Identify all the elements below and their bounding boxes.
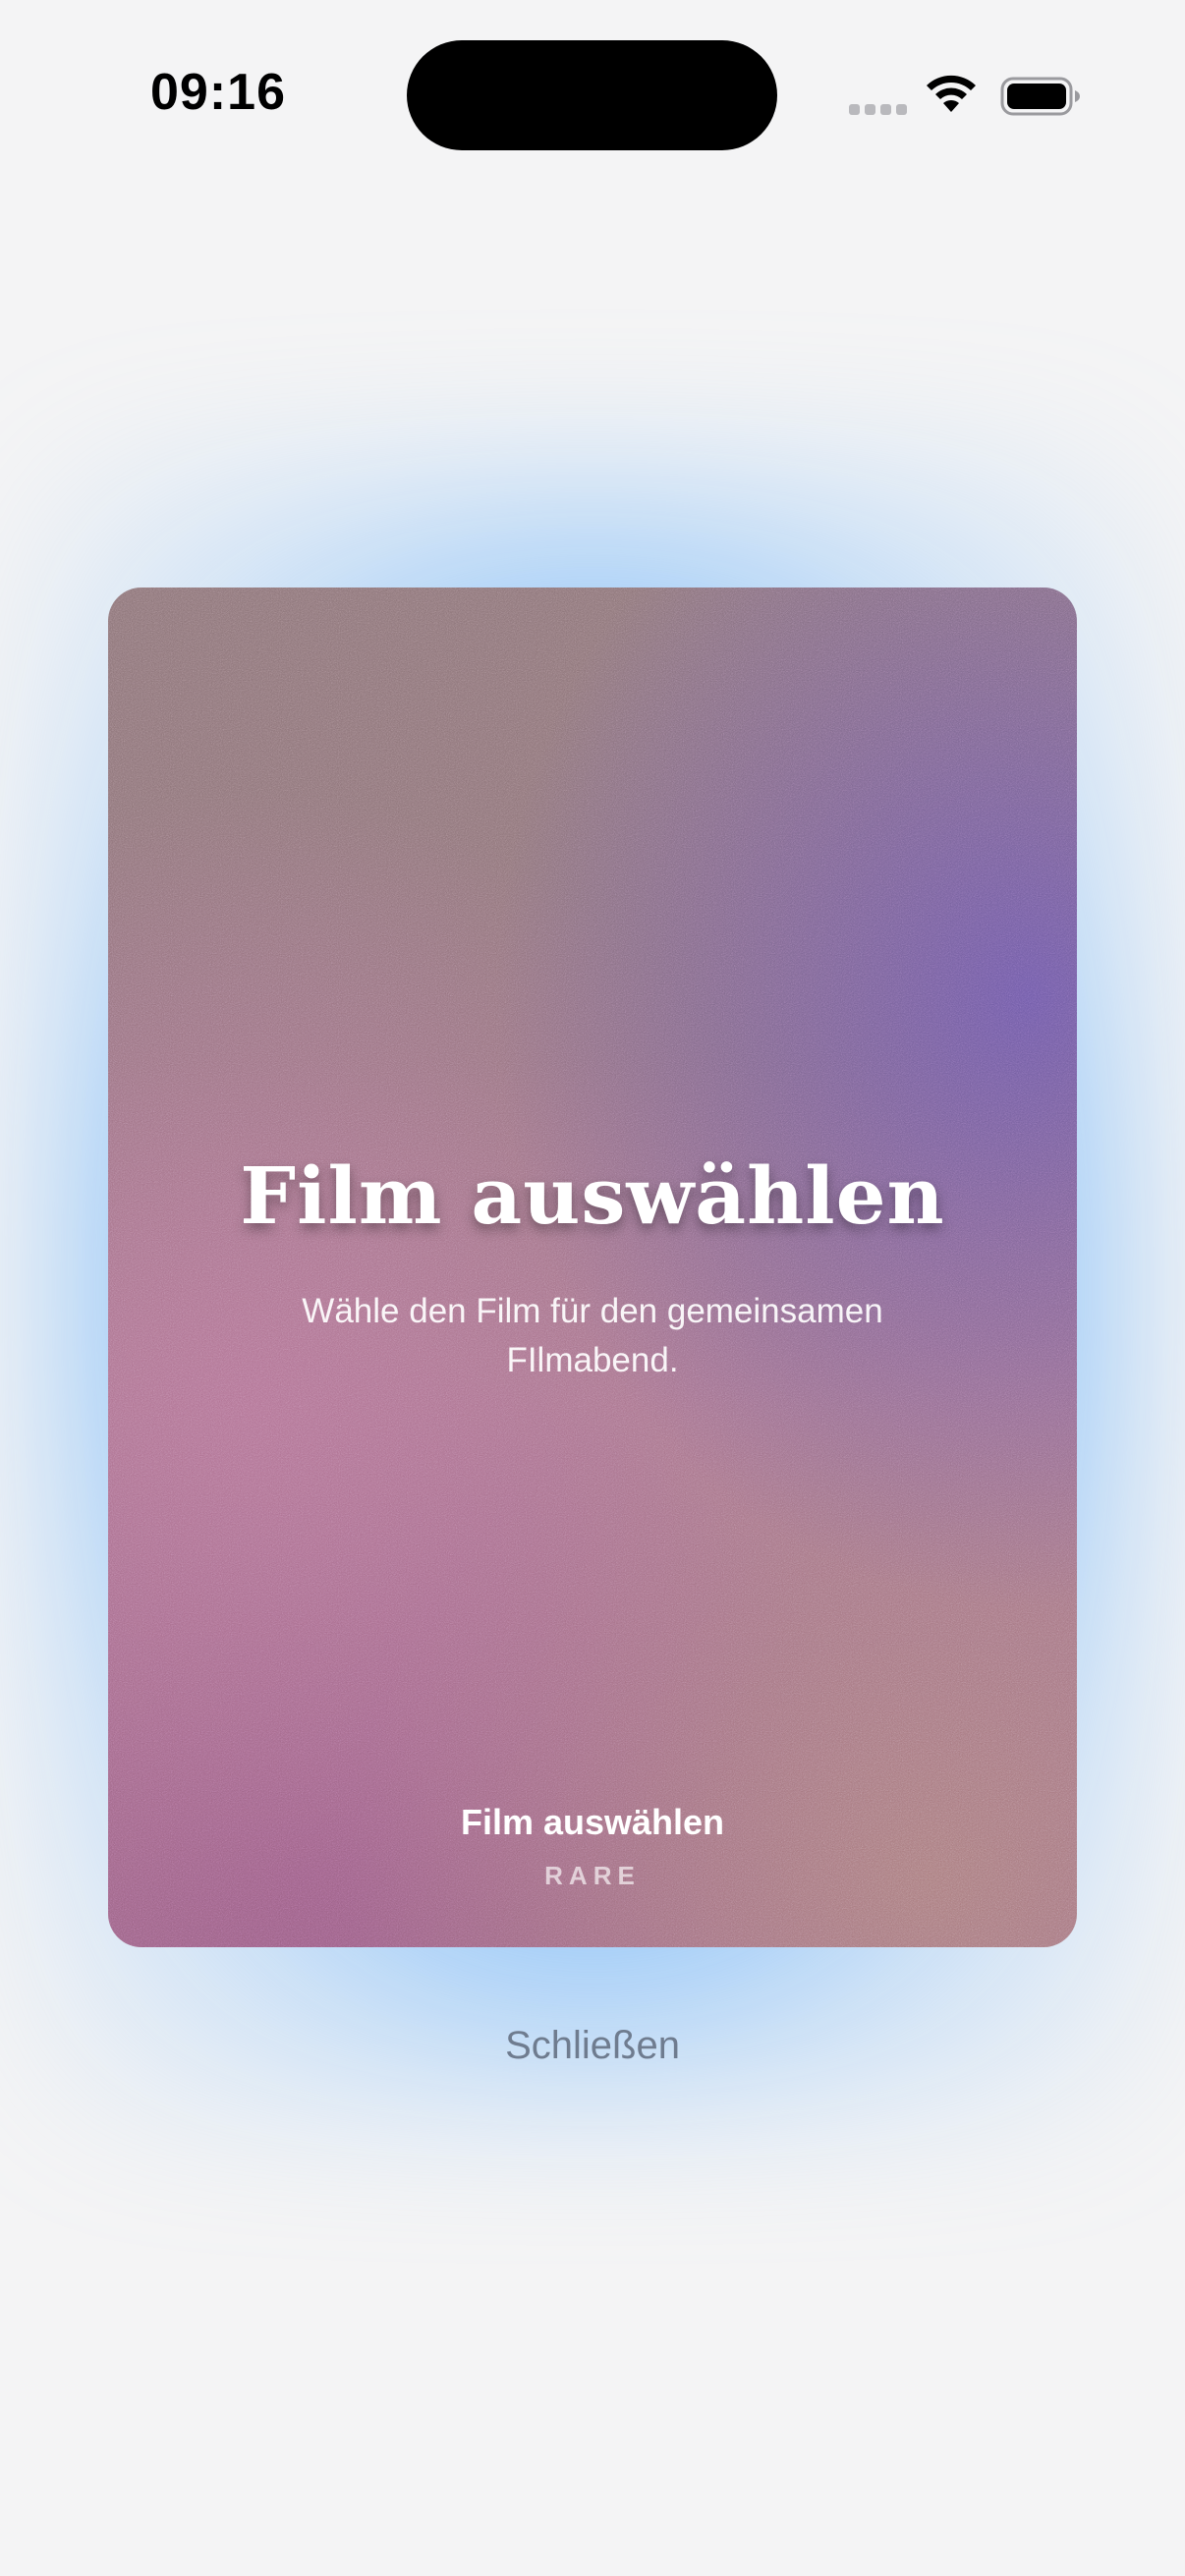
card-title: Film auswählen [240, 1149, 945, 1242]
card-footer-title: Film auswählen [460, 1802, 725, 1842]
close-button[interactable]: Schließen [445, 2016, 740, 2075]
wifi-icon [927, 75, 976, 112]
signal-icon [849, 102, 908, 116]
card-subtitle: Wähle den Film für den gemeinsamen FIlma… [302, 1292, 883, 1379]
card-noise-texture [108, 588, 1077, 1947]
status-time: 09:16 [150, 64, 286, 121]
dynamic-island [407, 40, 777, 150]
battery-icon [1000, 77, 1080, 116]
rarity-label: RARE [544, 1861, 641, 1890]
status-bar: 09:16 [0, 0, 1185, 196]
film-card[interactable] [108, 588, 1077, 1947]
